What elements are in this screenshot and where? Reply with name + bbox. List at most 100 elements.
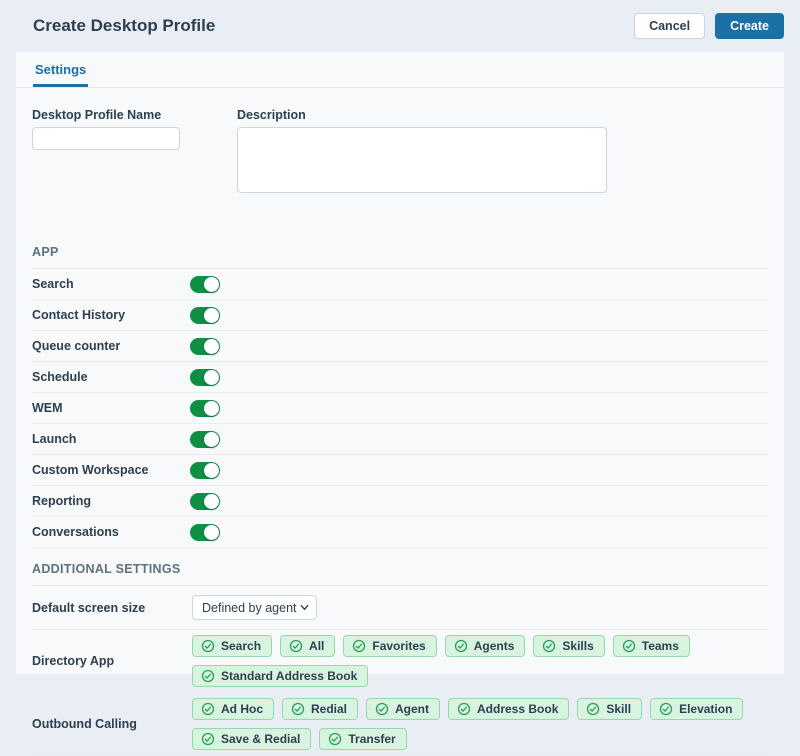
option-badge-label: Skills	[562, 639, 593, 653]
app-toggle-row: Contact History	[32, 300, 768, 331]
option-badge[interactable]: Search	[192, 635, 272, 657]
app-toggle-label: WEM	[32, 401, 190, 415]
toggle-switch[interactable]	[190, 524, 220, 541]
profile-name-input[interactable]	[32, 127, 180, 150]
toggle-switch[interactable]	[190, 493, 220, 510]
option-badge[interactable]: Standard Address Book	[192, 665, 368, 687]
toggle-switch[interactable]	[190, 400, 220, 417]
option-badge-label: Elevation	[679, 702, 732, 716]
toggle-switch[interactable]	[190, 338, 220, 355]
additional-settings-section: ADDITIONAL SETTINGS Default screen size …	[32, 557, 768, 756]
option-badge-label: Redial	[311, 702, 347, 716]
tab-bar: Settings	[16, 52, 784, 88]
app-toggle-label: Custom Workspace	[32, 463, 190, 477]
toggle-switch[interactable]	[190, 462, 220, 479]
app-toggle-label: Reporting	[32, 494, 190, 508]
app-toggle-label: Queue counter	[32, 339, 190, 353]
check-circle-icon	[328, 732, 342, 746]
app-toggle-label: Schedule	[32, 370, 190, 384]
option-badge-label: Search	[221, 639, 261, 653]
toggle-knob	[204, 525, 219, 540]
directory-app-row: Directory App Search All Favorites Agent…	[32, 630, 768, 693]
toggle-knob	[204, 370, 219, 385]
description-textarea[interactable]	[237, 127, 607, 193]
option-badge-label: Agent	[395, 702, 429, 716]
option-badge[interactable]: Agents	[445, 635, 526, 657]
screen-size-row: Default screen size Defined by agent	[32, 586, 768, 630]
toggle-knob	[204, 308, 219, 323]
option-badge[interactable]: Save & Redial	[192, 728, 311, 750]
option-badge-label: Ad Hoc	[221, 702, 263, 716]
app-toggle-label: Conversations	[32, 525, 190, 539]
toggle-knob	[204, 494, 219, 509]
option-badge-label: Address Book	[477, 702, 558, 716]
check-circle-icon	[542, 639, 556, 653]
app-section: APP Search Contact History Queue counter…	[32, 240, 768, 548]
check-circle-icon	[352, 639, 366, 653]
toggle-knob	[204, 432, 219, 447]
option-badge[interactable]: Teams	[613, 635, 690, 657]
option-badge[interactable]: Transfer	[319, 728, 406, 750]
option-badge-label: Agents	[474, 639, 515, 653]
option-badge-label: Transfer	[348, 732, 395, 746]
outbound-calling-row: Outbound Calling Ad Hoc Redial Agent Add…	[32, 693, 768, 756]
app-toggle-row: WEM	[32, 393, 768, 424]
option-badge[interactable]: Redial	[282, 698, 358, 720]
screen-size-selected-value: Defined by agent	[202, 601, 297, 615]
option-badge-label: Standard Address Book	[221, 669, 357, 683]
option-badge-label: Teams	[642, 639, 679, 653]
app-toggle-row: Conversations	[32, 517, 768, 548]
option-badge[interactable]: Address Book	[448, 698, 569, 720]
toggle-switch[interactable]	[190, 307, 220, 324]
option-badge-label: Save & Redial	[221, 732, 300, 746]
app-section-title: APP	[32, 240, 768, 269]
check-circle-icon	[201, 669, 215, 683]
app-toggle-row: Custom Workspace	[32, 455, 768, 486]
check-circle-icon	[201, 639, 215, 653]
toggle-knob	[204, 339, 219, 354]
option-badge[interactable]: Agent	[366, 698, 440, 720]
app-toggle-row: Launch	[32, 424, 768, 455]
option-badge[interactable]: Skills	[533, 635, 604, 657]
check-circle-icon	[289, 639, 303, 653]
app-toggle-row: Reporting	[32, 486, 768, 517]
directory-app-label: Directory App	[32, 654, 192, 668]
toggle-switch[interactable]	[190, 276, 220, 293]
profile-form-row: Desktop Profile Name Description	[32, 108, 768, 198]
screen-size-label: Default screen size	[32, 601, 192, 615]
directory-app-badges: Search All Favorites Agents Skills	[192, 635, 768, 687]
check-circle-icon	[291, 702, 305, 716]
toggle-knob	[204, 277, 219, 292]
toggle-switch[interactable]	[190, 431, 220, 448]
card-content: Desktop Profile Name Description APP Sea…	[16, 88, 784, 756]
toggle-knob	[204, 401, 219, 416]
tab-settings[interactable]: Settings	[33, 52, 88, 87]
option-badge[interactable]: Ad Hoc	[192, 698, 274, 720]
option-badge[interactable]: Elevation	[650, 698, 743, 720]
app-toggle-rows: Search Contact History Queue counter Sch…	[32, 269, 768, 548]
check-circle-icon	[454, 639, 468, 653]
option-badge[interactable]: Favorites	[343, 635, 436, 657]
option-badge[interactable]: All	[280, 635, 335, 657]
app-toggle-label: Search	[32, 277, 190, 291]
check-circle-icon	[201, 732, 215, 746]
check-circle-icon	[586, 702, 600, 716]
description-field-group: Description	[237, 108, 607, 198]
page-title: Create Desktop Profile	[33, 16, 215, 36]
app-toggle-label: Launch	[32, 432, 190, 446]
outbound-calling-badges: Ad Hoc Redial Agent Address Book Skill	[192, 698, 768, 750]
screen-size-select[interactable]: Defined by agent	[192, 595, 317, 620]
create-button[interactable]: Create	[715, 13, 784, 40]
check-circle-icon	[622, 639, 636, 653]
option-badge-label: Favorites	[372, 639, 425, 653]
option-badge-label: Skill	[606, 702, 631, 716]
check-circle-icon	[457, 702, 471, 716]
app-toggle-row: Queue counter	[32, 331, 768, 362]
toggle-switch[interactable]	[190, 369, 220, 386]
description-field-label: Description	[237, 108, 607, 122]
app-toggle-row: Schedule	[32, 362, 768, 393]
name-field-label: Desktop Profile Name	[32, 108, 180, 122]
additional-settings-title: ADDITIONAL SETTINGS	[32, 557, 768, 586]
cancel-button[interactable]: Cancel	[634, 13, 705, 40]
option-badge[interactable]: Skill	[577, 698, 642, 720]
